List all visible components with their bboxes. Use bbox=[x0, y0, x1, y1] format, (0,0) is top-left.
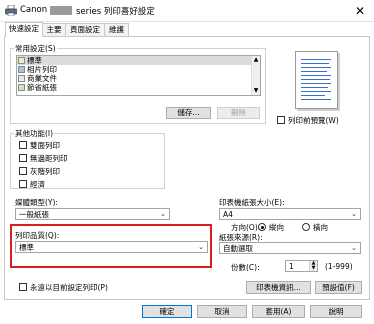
media-type-dropdown[interactable]: 一般紙張 ⌄ bbox=[15, 208, 170, 220]
landscape-label: 橫向 bbox=[313, 223, 328, 232]
landscape-radio[interactable] bbox=[302, 223, 310, 231]
preview-line bbox=[301, 67, 331, 68]
other-features-label: 其他功能(I) bbox=[14, 128, 55, 139]
preview-line bbox=[301, 95, 325, 96]
common-settings-list[interactable]: 標準 相片列印 商業文件 節省紙張 ▲ ▼ bbox=[16, 55, 261, 96]
print-quality-dropdown[interactable]: 標準 ⌄ bbox=[15, 241, 208, 253]
always-print-label: 永遠以目前設定列印(P) bbox=[30, 283, 108, 292]
media-type-label: 媒體類型(Y): bbox=[15, 198, 58, 207]
ok-button[interactable]: 確定 bbox=[142, 305, 192, 318]
chevron-down-icon: ⌄ bbox=[351, 210, 357, 218]
apply-button[interactable]: 套用(A) bbox=[252, 305, 305, 318]
always-print-checkbox[interactable] bbox=[19, 283, 27, 291]
list-scrollbar[interactable]: ▲ ▼ bbox=[251, 56, 260, 95]
list-item[interactable]: 標準 bbox=[17, 56, 260, 65]
copies-range: (1-999) bbox=[325, 262, 353, 271]
list-item[interactable]: 商業文件 bbox=[17, 74, 260, 83]
preview-line bbox=[301, 59, 331, 60]
paper-save-icon bbox=[18, 84, 25, 91]
printer-info-button[interactable]: 印表機資訊... bbox=[246, 281, 311, 294]
document-icon bbox=[18, 75, 25, 82]
list-item[interactable]: 相片列印 bbox=[17, 65, 260, 74]
redacted-model-name bbox=[50, 6, 72, 15]
page-size-label: 印表機紙張大小(E): bbox=[219, 198, 285, 207]
portrait-label: 縱向 bbox=[269, 223, 284, 232]
list-item[interactable]: 節省紙張 bbox=[17, 83, 260, 92]
duplex-checkbox[interactable] bbox=[19, 141, 27, 149]
document-icon bbox=[18, 57, 25, 64]
grayscale-label: 灰階列印 bbox=[30, 167, 60, 176]
economy-label: 經濟 bbox=[30, 180, 45, 189]
economy-checkbox[interactable] bbox=[19, 180, 27, 188]
preview-line bbox=[301, 63, 329, 64]
paper-source-dropdown[interactable]: 自動選取 ⌄ bbox=[219, 242, 361, 254]
spin-arrows-icon[interactable]: ▲ ▼ bbox=[309, 261, 317, 271]
help-button[interactable]: 說明 bbox=[310, 305, 362, 318]
chevron-down-icon: ⌄ bbox=[160, 210, 166, 218]
chevron-down-icon: ⌄ bbox=[351, 244, 357, 252]
tab-main[interactable]: 主要 bbox=[42, 23, 66, 36]
preview-line bbox=[301, 75, 331, 76]
cancel-button[interactable]: 取消 bbox=[197, 305, 247, 318]
photo-icon bbox=[18, 66, 25, 73]
scroll-up-icon[interactable]: ▲ bbox=[252, 56, 260, 64]
preview-line bbox=[301, 71, 327, 72]
borderless-label: 無邊距列印 bbox=[30, 154, 68, 163]
close-button[interactable]: ✕ bbox=[350, 2, 370, 20]
page-size-dropdown[interactable]: A4 ⌄ bbox=[219, 208, 361, 220]
preview-line bbox=[301, 99, 331, 100]
tab-quick-setup[interactable]: 快速設定 bbox=[5, 22, 43, 37]
duplex-label: 雙面列印 bbox=[30, 141, 60, 150]
defaults-button[interactable]: 預設值(F) bbox=[315, 281, 362, 294]
window-title-prefix: Canon bbox=[20, 5, 48, 15]
window-title: series 列印喜好設定 bbox=[76, 7, 155, 17]
copies-value[interactable]: 1 bbox=[289, 262, 294, 271]
delete-button[interactable]: 刪除 bbox=[217, 107, 260, 119]
page-preview bbox=[295, 51, 338, 109]
preview-before-print-label: 列印前預覽(W) bbox=[288, 116, 339, 125]
copies-label: 份數(C): bbox=[231, 263, 260, 272]
tab-maintenance[interactable]: 維護 bbox=[104, 23, 129, 36]
copies-stepper[interactable]: 1 ▲ ▼ bbox=[285, 260, 318, 272]
common-settings-label: 常用設定(S) bbox=[14, 43, 57, 54]
title-bar: Canon series 列印喜好設定 ✕ bbox=[0, 0, 374, 22]
chevron-down-icon: ⌄ bbox=[198, 243, 204, 251]
preview-line bbox=[301, 87, 328, 88]
preview-line bbox=[301, 79, 330, 80]
save-button[interactable]: 儲存... bbox=[166, 107, 211, 119]
printer-icon bbox=[5, 5, 17, 16]
borderless-checkbox[interactable] bbox=[19, 154, 27, 162]
print-quality-label: 列印品質(Q): bbox=[15, 231, 60, 240]
tab-page-setup[interactable]: 頁面設定 bbox=[65, 23, 105, 36]
preview-line bbox=[301, 83, 331, 84]
scroll-down-icon[interactable]: ▼ bbox=[252, 87, 260, 95]
preview-before-print-checkbox[interactable] bbox=[277, 116, 285, 124]
portrait-radio[interactable] bbox=[258, 223, 266, 231]
grayscale-checkbox[interactable] bbox=[19, 167, 27, 175]
preview-line bbox=[301, 91, 331, 92]
